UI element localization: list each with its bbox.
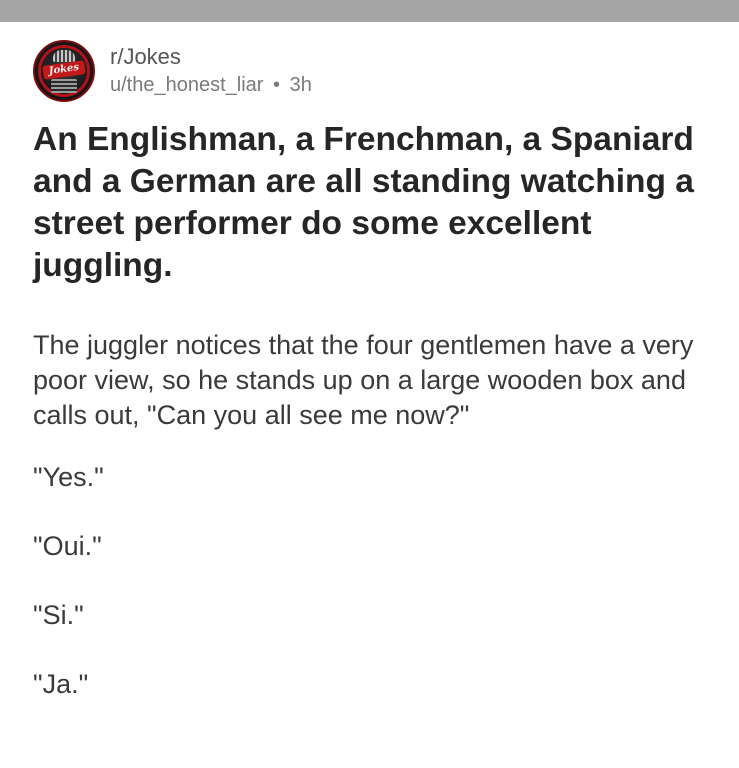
body-paragraph: The juggler notices that the four gentle… <box>33 330 694 430</box>
body-paragraph: "Ja." <box>33 669 89 699</box>
status-bar <box>0 0 739 22</box>
body-paragraph: "Si." <box>33 600 84 630</box>
body-paragraph: "Oui." <box>33 531 102 561</box>
subreddit-link[interactable]: r/Jokes <box>110 44 312 70</box>
body-paragraph: "Yes." <box>33 462 104 492</box>
post-age: 3h <box>289 74 312 96</box>
post-meta: r/Jokes u/the_honest_liar • 3h <box>110 44 312 98</box>
subreddit-avatar[interactable]: Jokes <box>33 40 95 102</box>
microphone-grille <box>51 79 77 93</box>
microphone-icon <box>53 50 75 62</box>
post-header: Jokes r/Jokes u/the_honest_liar • 3h <box>33 40 312 102</box>
author-link[interactable]: u/the_honest_liar <box>110 74 263 96</box>
post-body: The juggler notices that the four gentle… <box>33 328 713 736</box>
post-byline: u/the_honest_liar • 3h <box>110 72 312 98</box>
byline-separator: • <box>273 74 281 96</box>
post-title: An Englishman, a Frenchman, a Spaniard a… <box>33 121 694 284</box>
